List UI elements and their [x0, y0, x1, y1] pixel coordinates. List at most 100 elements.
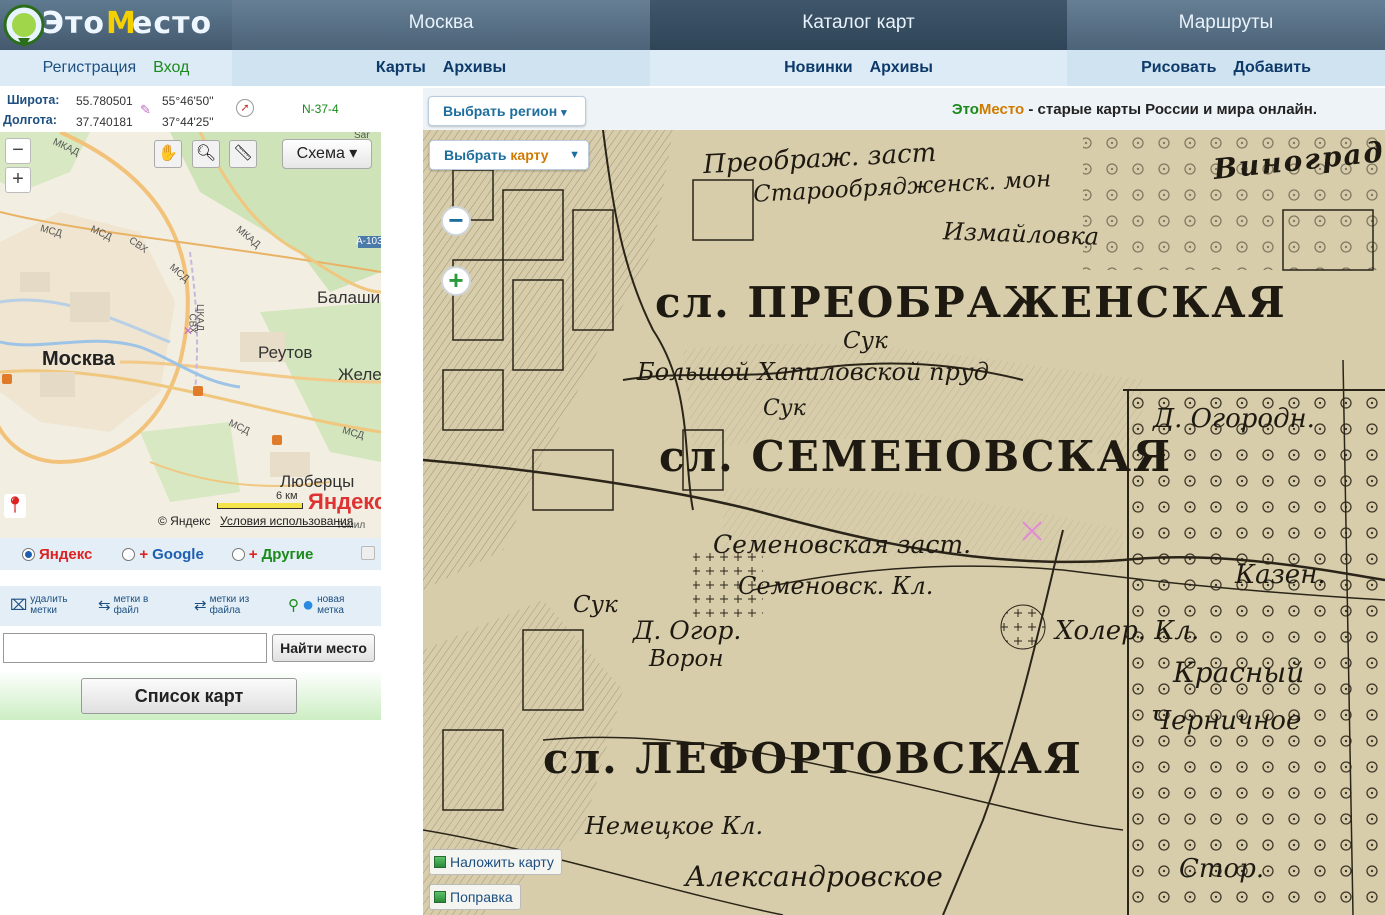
- marks-to-file-button[interactable]: ⇆ метки в файл: [98, 594, 148, 616]
- map-label: Холер. Кл.: [1055, 616, 1200, 646]
- add-link[interactable]: Добавить: [1233, 59, 1311, 77]
- map-header: Выбрать регион ▾ ЭтоМесто - старые карты…: [423, 88, 1385, 130]
- choose-map-button[interactable]: Выбрать карту ▼: [429, 140, 589, 170]
- delete-marks-line2: метки: [30, 605, 57, 616]
- minimap-zoom-in-button[interactable]: +: [5, 167, 31, 193]
- map-list-button[interactable]: Список карт: [81, 678, 297, 714]
- overview-minimap[interactable]: − + ✋ 🔍︎ 📏︎ Схема ▾ МКАД МКАД МСД МСД СВ…: [0, 132, 381, 538]
- map-label: Черничное: [1151, 706, 1302, 736]
- map-sheet-code: N-37-4: [302, 102, 339, 116]
- map-zoom-in-button[interactable]: +: [441, 266, 471, 296]
- marks-from-file-button[interactable]: ⇄ метки из файла: [194, 594, 249, 616]
- choose-region-label: Выбрать регион: [443, 103, 558, 119]
- routes-sublinks: Рисовать Добавить: [1067, 50, 1385, 86]
- map-type-value: Схема: [296, 145, 345, 162]
- tagline-mesto: Место: [978, 101, 1025, 118]
- map-label: Измайловка: [942, 217, 1100, 251]
- site-logo[interactable]: Это М есто: [0, 0, 232, 50]
- nav-tab-routes[interactable]: Маршруты: [1067, 0, 1385, 50]
- ruler-tool-icon[interactable]: 📏︎: [229, 140, 257, 168]
- minimap-zoom-out-button[interactable]: −: [5, 138, 31, 164]
- map-label: сл. СЕМЕНОВСКАЯ: [659, 432, 1173, 481]
- provider-yandex-label: Яндекс: [39, 545, 93, 563]
- longitude-dms: 37°44'25'': [162, 115, 214, 129]
- marks-to-file-line1: метки в: [113, 594, 149, 605]
- register-link[interactable]: Регистрация: [43, 59, 137, 77]
- overlay-icon: [434, 856, 446, 868]
- radio-google[interactable]: [122, 547, 136, 561]
- terms-link[interactable]: Условия использования: [220, 514, 353, 528]
- provider-settings-icon[interactable]: [361, 546, 375, 560]
- overlay-map-label: Наложить карту: [450, 854, 554, 870]
- plus-icon: +: [248, 545, 258, 563]
- choose-region-button[interactable]: Выбрать регион ▾: [428, 96, 586, 126]
- road-label: Sar: [354, 132, 370, 141]
- latitude-dms: 55°46'50'': [162, 94, 214, 108]
- map-label: Александровское: [685, 860, 943, 893]
- magnifier-tool-icon[interactable]: 🔍︎: [192, 140, 220, 168]
- compass-icon[interactable]: ➚: [236, 99, 254, 117]
- map-label: Д. Огородн.: [1153, 404, 1315, 434]
- delete-marks-button[interactable]: ⌧ удалить метки: [10, 594, 68, 616]
- correction-icon: [434, 891, 446, 903]
- delete-marks-icon: ⌧: [10, 596, 28, 614]
- marks-from-file-icon: ⇄: [194, 596, 207, 614]
- find-place-button[interactable]: Найти место: [272, 634, 375, 662]
- location-pin-icon[interactable]: 📍︎: [4, 494, 26, 518]
- new-mark-line1: новая: [317, 594, 345, 605]
- map-label: Семеновская заст.: [713, 530, 972, 559]
- new-mark-button[interactable]: ⚲ ● новая метка: [288, 594, 344, 616]
- map-label: Стор.: [1179, 854, 1265, 884]
- map-label: Сук: [843, 328, 888, 354]
- login-link[interactable]: Вход: [153, 59, 189, 77]
- hand-tool-icon[interactable]: ✋: [154, 140, 182, 168]
- map-label: Сук: [763, 396, 806, 421]
- delete-marks-line1: удалить: [30, 594, 68, 605]
- choose-map-label-a: Выбрать: [444, 147, 511, 163]
- longitude-label: Долгота:: [3, 113, 57, 127]
- logo-text-eto: Это: [42, 6, 106, 41]
- catalog-archives-link[interactable]: Архивы: [870, 59, 933, 77]
- nav-tab-catalog[interactable]: Каталог карт: [650, 0, 1067, 50]
- historical-map-view[interactable]: Преображ. заст Старообрядженск. мон Изма…: [423, 130, 1385, 915]
- sub-navigation: Регистрация Вход Карты Архивы Новинки Ар…: [0, 50, 1385, 86]
- nav-tab-moscow[interactable]: Москва: [232, 0, 650, 50]
- radio-yandex[interactable]: [22, 547, 35, 561]
- scale-label: 6 км: [276, 490, 298, 502]
- map-label: Ворон: [649, 646, 724, 672]
- delete-marks-label: удалить метки: [30, 594, 67, 616]
- historical-map-graphics: [423, 130, 1385, 915]
- chevron-down-icon: ▼: [569, 149, 580, 161]
- map-label: Большой Хапиловской пруд: [637, 358, 989, 386]
- provider-other-label: Другие: [261, 545, 314, 563]
- radio-other[interactable]: [231, 547, 245, 561]
- correction-button[interactable]: Поправка: [429, 884, 521, 910]
- map-zoom-out-button[interactable]: −: [441, 206, 471, 236]
- provider-other[interactable]: + Другие: [231, 545, 314, 563]
- logo-text-esto: есто: [132, 6, 213, 41]
- marks-toolbar: ⌧ удалить метки ⇆ метки в файл ⇄ метки из ф…: [0, 586, 381, 626]
- highway-badge: А-103: [356, 236, 381, 247]
- map-type-dropdown[interactable]: Схема ▾: [282, 139, 372, 169]
- pencil-icon[interactable]: ✎: [140, 102, 151, 118]
- place-search-input[interactable]: [3, 633, 267, 663]
- overlay-map-button[interactable]: Наложить карту: [429, 849, 562, 875]
- provider-yandex[interactable]: Яндекс: [22, 546, 92, 563]
- draw-link[interactable]: Рисовать: [1141, 59, 1216, 77]
- latitude-label: Широта:: [7, 93, 60, 107]
- map-label: Семеновск. Кл.: [738, 572, 934, 600]
- maps-link[interactable]: Карты: [376, 59, 426, 77]
- marks-from-file-line2: файла: [209, 605, 241, 616]
- marks-from-file-line1: метки из: [209, 594, 250, 605]
- account-links: Регистрация Вход: [0, 50, 232, 86]
- new-maps-link[interactable]: Новинки: [784, 59, 853, 77]
- map-label: сл. ЛЕФОРТОВСКАЯ: [543, 734, 1083, 783]
- map-provider-switch: Яндекс + Google + Другие: [0, 538, 381, 570]
- map-label: Казен.: [1235, 560, 1326, 590]
- yandex-brand-logo: Яндекс: [308, 489, 381, 514]
- archives-link[interactable]: Архивы: [443, 59, 506, 77]
- choose-map-label-b: карту: [510, 147, 549, 163]
- provider-google[interactable]: + Google: [122, 546, 204, 563]
- catalog-sublinks: Новинки Архивы: [650, 50, 1067, 86]
- map-label: Красный: [1173, 656, 1305, 689]
